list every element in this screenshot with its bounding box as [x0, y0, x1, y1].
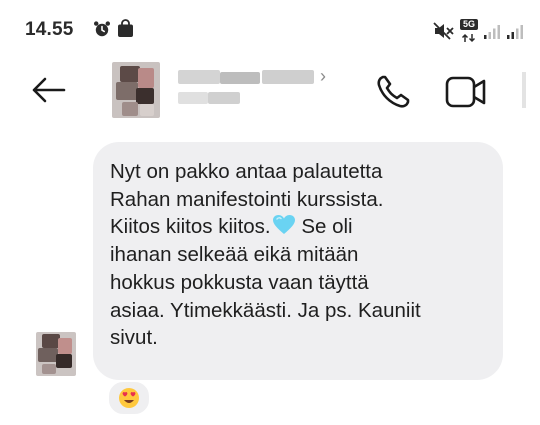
message-line-tail: Se oli	[295, 215, 353, 239]
contact-name-redacted[interactable]	[178, 70, 328, 112]
status-bar: 14.55 5G	[0, 0, 540, 52]
chevron-right-icon: ›	[320, 66, 326, 86]
message-line: hokkus pokkusta vaan täyttä	[110, 270, 369, 294]
alarm-icon	[94, 21, 110, 37]
signal-icon	[484, 25, 500, 39]
message-line: ihanan selkeää eikä mitään	[110, 243, 359, 267]
message-line: Nyt on pakko antaa palautetta	[110, 160, 383, 183]
message-line: sivut.	[110, 326, 158, 350]
status-time: 14.55	[25, 19, 74, 40]
header-edge-mark	[522, 72, 526, 108]
message-line: Kiitos kiitos kiitos. Se oli	[110, 213, 490, 241]
message-line-text: Kiitos kiitos kiitos.	[110, 215, 271, 239]
5g-icon: 5G	[460, 19, 480, 43]
message-reaction[interactable]	[107, 380, 151, 416]
network-badge: 5G	[460, 19, 478, 30]
bag-icon	[118, 19, 133, 37]
message-line: Rahan manifestointi kurssista.	[110, 187, 384, 211]
heart-eyes-emoji-icon	[119, 388, 139, 408]
contact-avatar[interactable]	[112, 62, 160, 118]
signal-icon	[507, 25, 523, 39]
sender-avatar[interactable]	[36, 332, 76, 376]
back-button[interactable]	[28, 72, 68, 108]
video-call-button[interactable]	[444, 72, 488, 112]
message-line: asiaa. Ytimekkäästi. Ja ps. Kauniit	[110, 298, 421, 322]
data-arrows-icon	[461, 33, 476, 43]
mute-icon	[433, 22, 454, 40]
blue-heart-icon	[272, 215, 295, 235]
message-text: Nyt on pakko antaa palautetta Rahan mani…	[110, 158, 490, 352]
phone-button[interactable]	[373, 72, 413, 112]
